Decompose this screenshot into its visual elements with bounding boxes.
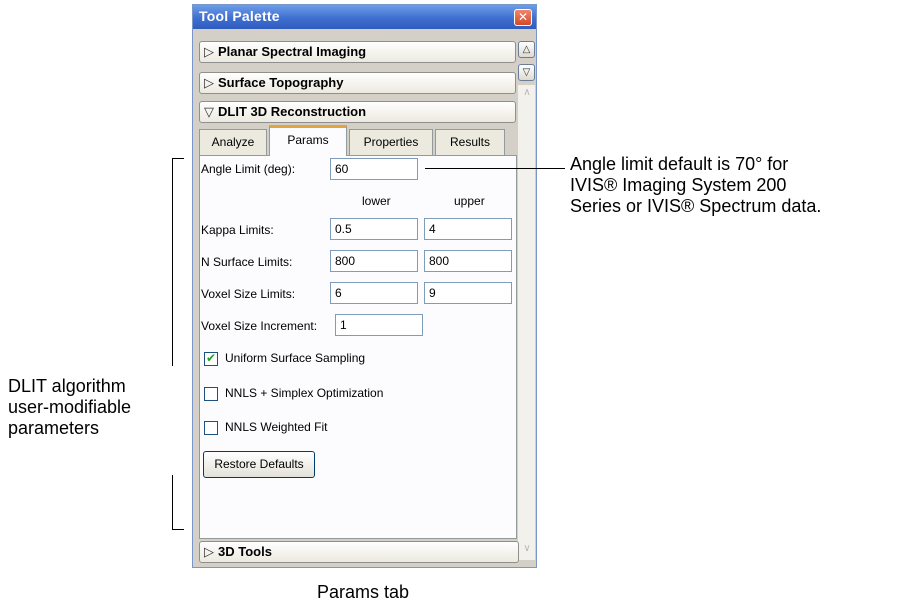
scrollbar-track[interactable]: [518, 85, 535, 560]
tab-results[interactable]: Results: [435, 129, 505, 155]
bracket-bottom-vertical: [172, 475, 173, 530]
lower-column-header: lower: [362, 194, 391, 208]
voxel-size-increment-input[interactable]: 1: [335, 314, 423, 336]
voxel-size-limits-label: Voxel Size Limits:: [201, 287, 296, 301]
bracket-bottom-horizontal: [172, 529, 184, 530]
scroll-up-arrow-icon[interactable]: ∧: [520, 87, 534, 101]
section-planar-spectral-imaging[interactable]: ▷ Planar Spectral Imaging: [199, 41, 516, 63]
uniform-surface-sampling-label: Uniform Surface Sampling: [225, 351, 366, 365]
section-surface-topography[interactable]: ▷ Surface Topography: [199, 72, 516, 94]
n-surface-lower-input[interactable]: 800: [330, 250, 418, 272]
bracket-top-vertical: [172, 158, 173, 366]
scroll-down-arrow-icon[interactable]: ∨: [520, 543, 534, 557]
left-note-line-3: parameters: [8, 418, 100, 438]
left-note-line-1: DLIT algorithm: [8, 376, 126, 396]
kappa-upper-input[interactable]: 4: [424, 218, 512, 240]
uniform-surface-sampling-checkbox[interactable]: [204, 351, 218, 366]
kappa-limits-label: Kappa Limits:: [201, 223, 274, 237]
angle-limit-note: Angle limit default is 70° for IVIS® Ima…: [570, 154, 821, 217]
section-3d-tools[interactable]: ▷ 3D Tools: [199, 541, 519, 563]
voxel-size-increment-label: Voxel Size Increment:: [201, 319, 318, 333]
upper-column-header: upper: [454, 194, 485, 208]
section-dlit-3d-reconstruction[interactable]: ▽ DLIT 3D Reconstruction: [199, 101, 516, 123]
n-surface-upper-input[interactable]: 800: [424, 250, 512, 272]
figure-caption: Params tab: [317, 582, 410, 602]
bracket-top-horizontal: [172, 158, 184, 159]
nnls-weighted-fit-checkbox[interactable]: [204, 421, 218, 435]
close-icon[interactable]: ✕: [514, 9, 532, 26]
expanded-triangle-icon: ▽: [204, 104, 214, 119]
scroll-down-circle-icon[interactable]: ▽: [518, 64, 535, 81]
nnls-simplex-checkbox[interactable]: [204, 387, 218, 401]
tab-analyze[interactable]: Analyze: [199, 129, 267, 155]
angle-note-line-2: IVIS® Imaging System 200: [570, 175, 787, 195]
left-note-line-2: user-modifiable: [8, 397, 132, 417]
angle-callout-line: [425, 168, 565, 169]
tab-properties[interactable]: Properties: [349, 129, 433, 155]
angle-note-line-1: Angle limit default is 70° for: [570, 154, 789, 174]
angle-limit-label: Angle Limit (deg):: [201, 162, 296, 176]
params-panel: Angle Limit (deg): 60 lower upper Kappa …: [199, 155, 517, 539]
kappa-lower-input[interactable]: 0.5: [330, 218, 418, 240]
section-label: Planar Spectral Imaging: [218, 44, 367, 59]
collapsed-triangle-icon: ▷: [204, 544, 214, 559]
angle-limit-input[interactable]: 60: [330, 158, 418, 180]
tab-params[interactable]: Params: [269, 125, 347, 156]
title-bar[interactable]: Tool Palette ✕: [193, 5, 536, 29]
section-label: Surface Topography: [218, 75, 344, 90]
collapsed-triangle-icon: ▷: [204, 75, 214, 90]
restore-defaults-button[interactable]: Restore Defaults: [203, 451, 315, 478]
nnls-simplex-label: NNLS + Simplex Optimization: [225, 386, 384, 400]
section-label: 3D Tools: [218, 544, 272, 559]
nnls-weighted-fit-label: NNLS Weighted Fit: [225, 420, 328, 434]
collapsed-triangle-icon: ▷: [204, 44, 214, 59]
dlit-parameters-note: DLIT algorithm user-modifiable parameter…: [8, 376, 131, 439]
voxel-size-lower-input[interactable]: 6: [330, 282, 418, 304]
scroll-up-circle-icon[interactable]: △: [518, 41, 535, 58]
angle-note-line-3: Series or IVIS® Spectrum data.: [570, 196, 822, 216]
tool-palette-window: Tool Palette ✕ ▷ Planar Spectral Imaging …: [192, 4, 537, 568]
voxel-size-upper-input[interactable]: 9: [424, 282, 512, 304]
n-surface-limits-label: N Surface Limits:: [201, 255, 293, 269]
window-title: Tool Palette: [199, 8, 280, 24]
section-label: DLIT 3D Reconstruction: [218, 104, 367, 119]
